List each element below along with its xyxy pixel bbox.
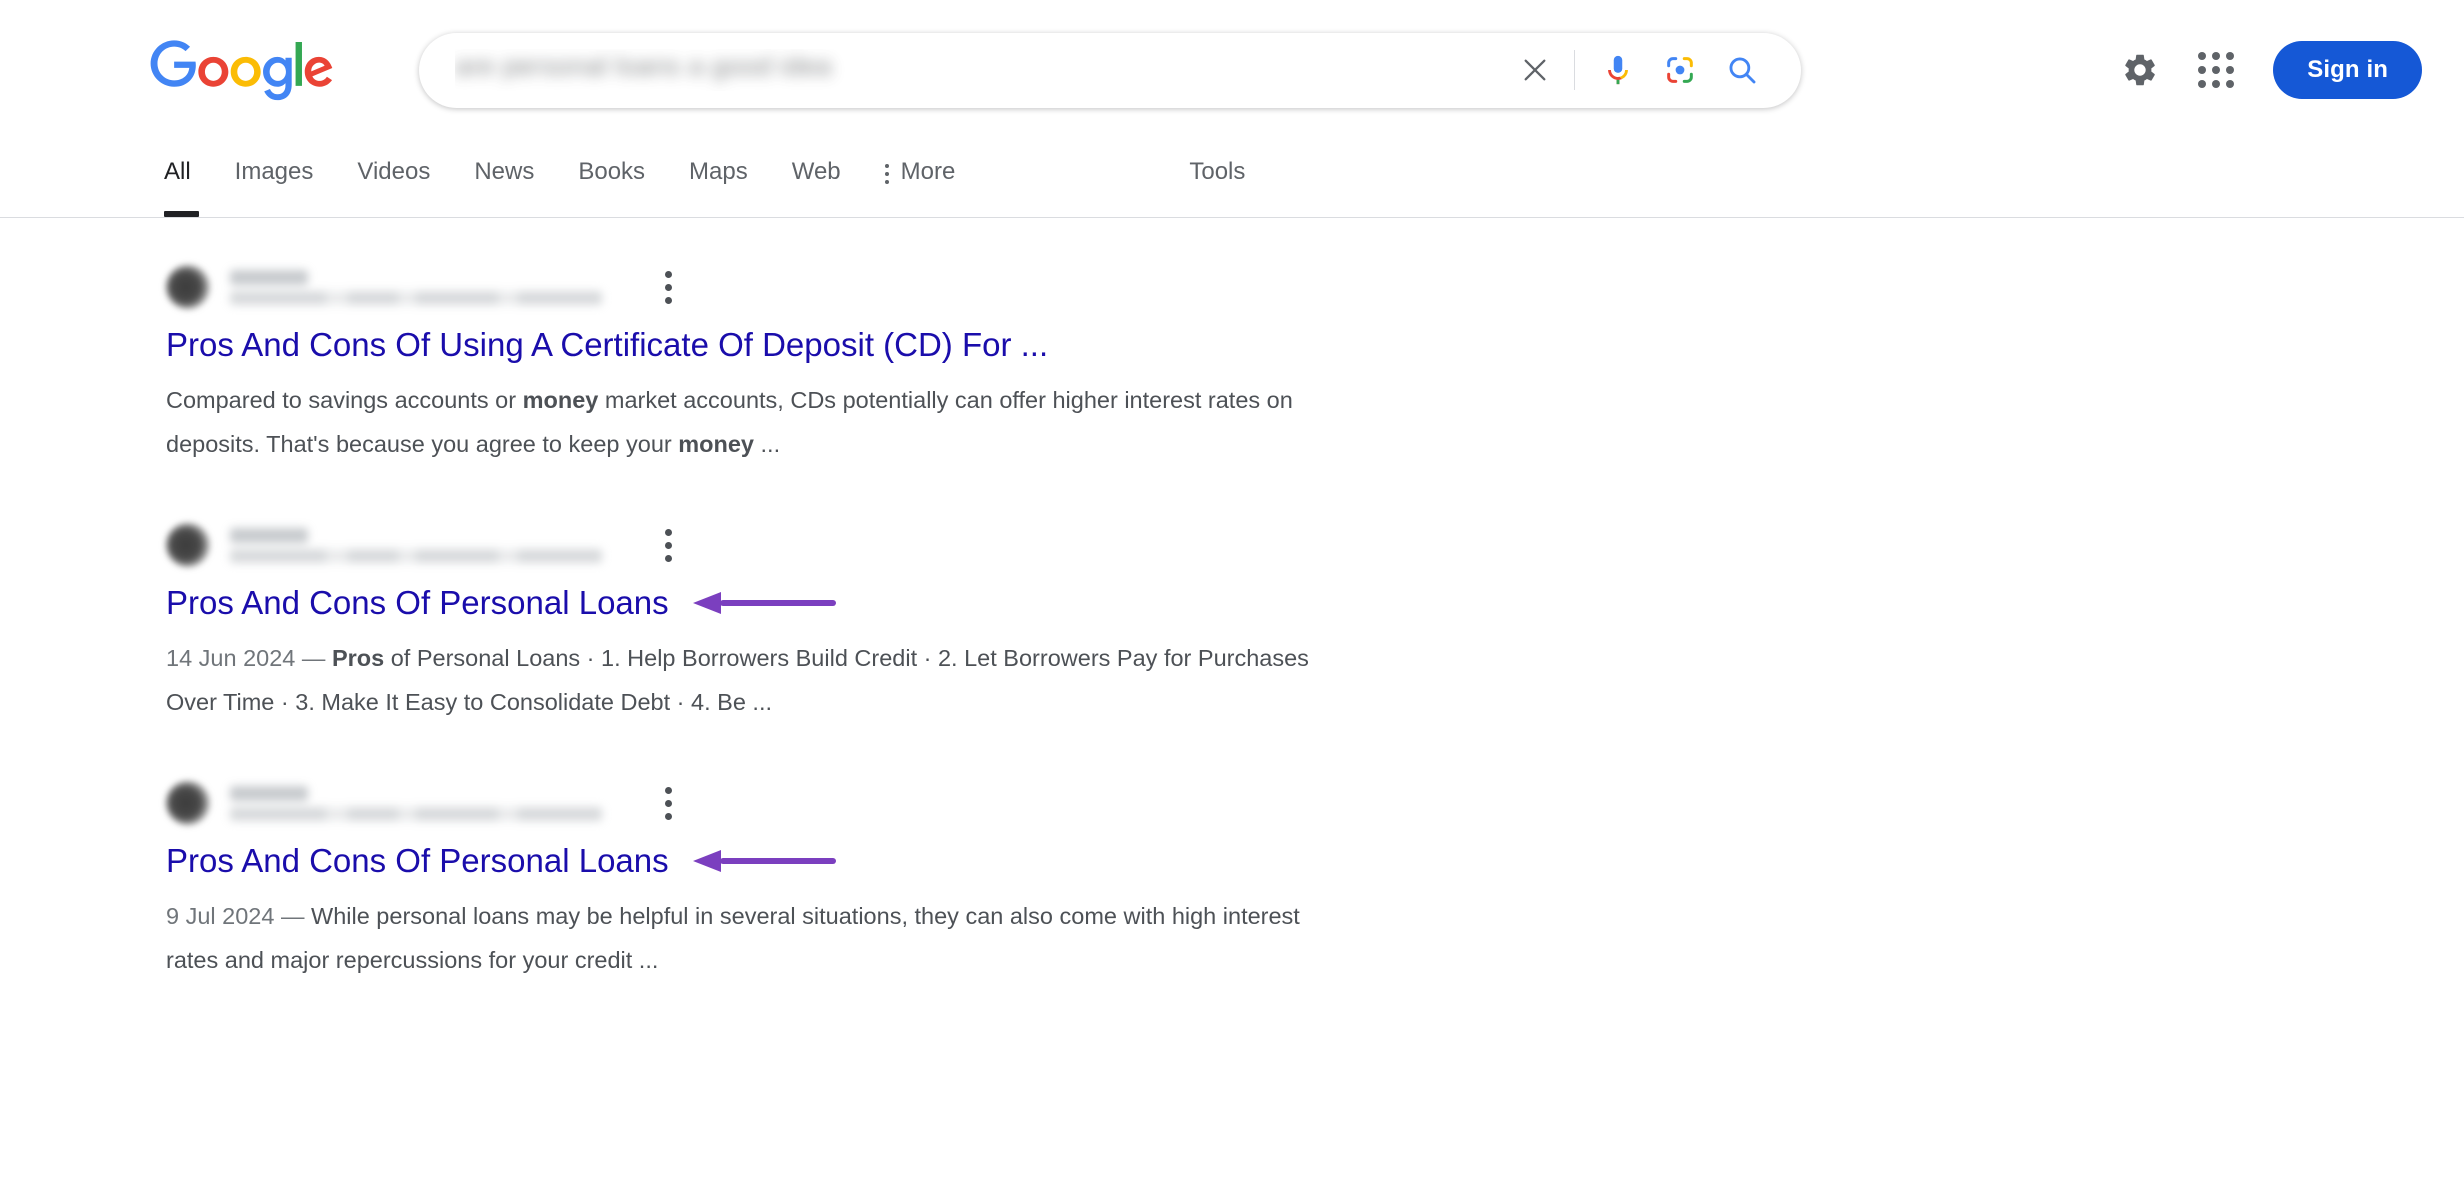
search-result-item: Pros And Cons Of Using A Certificate Of … <box>166 256 1346 466</box>
result-snippet: Compared to savings accounts or money ma… <box>166 378 1344 466</box>
result-title-row: Pros And Cons Of Personal Loans <box>166 840 1346 882</box>
site-url-redacted <box>230 290 602 305</box>
result-title-link[interactable]: Pros And Cons Of Personal Loans <box>166 582 669 624</box>
site-identity-redacted <box>230 269 602 305</box>
site-identity-redacted <box>230 785 602 821</box>
result-snippet: 14 Jun 2024 — Pros of Personal Loans · 1… <box>166 636 1344 724</box>
sign-in-button[interactable]: Sign in <box>2273 41 2422 99</box>
tab-web[interactable]: Web <box>770 140 863 217</box>
search-nav-bar: All Images Videos News Books Maps Web Mo… <box>0 140 2464 218</box>
search-submit-icon[interactable] <box>1711 39 1773 101</box>
search-input[interactable]: are personal loans a good idea <box>455 49 1504 91</box>
site-name-redacted <box>230 527 308 543</box>
result-options-icon[interactable] <box>648 780 688 826</box>
result-options-icon[interactable] <box>648 264 688 310</box>
microphone-icon[interactable] <box>1587 39 1649 101</box>
search-box-container: are personal loans a good idea <box>419 32 1801 108</box>
google-apps-icon[interactable] <box>2181 35 2251 105</box>
more-tabs-button[interactable]: More <box>863 140 978 186</box>
tab-images[interactable]: Images <box>213 140 336 217</box>
site-favicon-icon <box>166 265 210 309</box>
site-favicon-icon <box>166 781 210 825</box>
result-title-link[interactable]: Pros And Cons Of Using A Certificate Of … <box>166 324 1048 366</box>
result-source-row <box>166 772 1346 834</box>
search-query-text: are personal loans a good idea <box>455 51 832 81</box>
search-header: are personal loans a good idea Sign in <box>0 0 2464 140</box>
result-snippet: 9 Jul 2024 — While personal loans may be… <box>166 894 1344 982</box>
snippet-keyword: money <box>678 431 754 457</box>
search-result-item: Pros And Cons Of Personal Loans 9 Jul 20… <box>166 772 1346 982</box>
header-right-cluster: Sign in <box>2105 35 2444 105</box>
snippet-keyword: Pros <box>331 645 385 671</box>
site-name-redacted <box>230 269 308 285</box>
annotation-arrow-icon <box>692 592 836 614</box>
result-title-row: Pros And Cons Of Personal Loans <box>166 582 1346 624</box>
result-options-icon[interactable] <box>648 522 688 568</box>
tools-button[interactable]: Tools <box>1173 140 1261 186</box>
more-vertical-dots-icon <box>884 164 889 184</box>
google-lens-icon[interactable] <box>1649 39 1711 101</box>
snippet-keyword: money <box>522 387 599 413</box>
snippet-date: 9 Jul 2024 — <box>166 903 312 929</box>
clear-search-icon[interactable] <box>1504 39 1566 101</box>
result-source-row <box>166 256 1346 318</box>
google-logo[interactable] <box>150 40 334 102</box>
snippet-segment: ... <box>754 431 781 457</box>
snippet-segment: Compared to savings accounts or <box>166 387 523 413</box>
search-tabs: All Images Videos News Books Maps Web Mo… <box>150 140 977 217</box>
search-divider <box>1574 50 1575 90</box>
tab-books[interactable]: Books <box>556 140 667 217</box>
site-identity-redacted <box>230 527 602 563</box>
result-title-link[interactable]: Pros And Cons Of Personal Loans <box>166 840 669 882</box>
tab-news[interactable]: News <box>452 140 556 217</box>
search-box-actions <box>1504 39 1773 101</box>
search-results-list: Pros And Cons Of Using A Certificate Of … <box>0 218 2464 982</box>
site-favicon-icon <box>166 523 210 567</box>
result-source-row <box>166 514 1346 576</box>
snippet-segment: While personal loans may be helpful in s… <box>166 903 1300 973</box>
site-name-redacted <box>230 785 308 801</box>
more-tabs-label: More <box>900 158 956 185</box>
site-url-redacted <box>230 548 602 563</box>
settings-gear-icon[interactable] <box>2105 35 2175 105</box>
search-box[interactable]: are personal loans a good idea <box>419 32 1801 108</box>
tab-maps[interactable]: Maps <box>667 140 770 217</box>
site-url-redacted <box>230 806 602 821</box>
tab-videos[interactable]: Videos <box>335 140 452 217</box>
result-title-row: Pros And Cons Of Using A Certificate Of … <box>166 324 1346 366</box>
tab-all[interactable]: All <box>150 140 213 217</box>
annotation-arrow-icon <box>692 850 836 872</box>
snippet-date: 14 Jun 2024 — <box>166 645 332 671</box>
search-result-item: Pros And Cons Of Personal Loans 14 Jun 2… <box>166 514 1346 724</box>
